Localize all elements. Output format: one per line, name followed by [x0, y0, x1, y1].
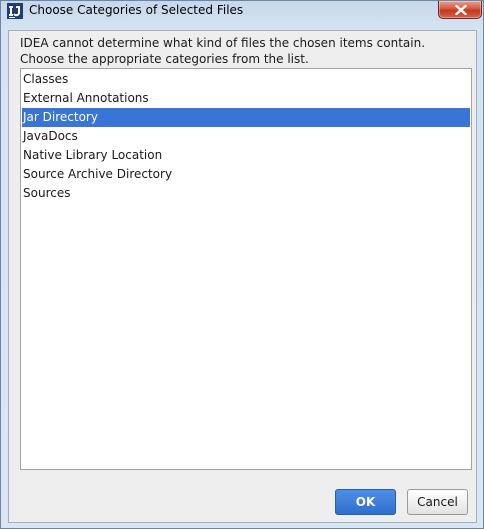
- intellij-idea-icon: [7, 3, 23, 19]
- dialog-title: Choose Categories of Selected Files: [29, 3, 244, 17]
- close-icon: [455, 5, 467, 15]
- dialog-window: Choose Categories of Selected Files IDEA…: [0, 0, 484, 529]
- ok-button[interactable]: OK: [335, 489, 396, 515]
- list-item-classes[interactable]: Classes: [22, 70, 470, 89]
- list-item-sources[interactable]: Sources: [22, 184, 470, 203]
- list-item-javadocs[interactable]: JavaDocs: [22, 127, 470, 146]
- list-item-source-archive-directory[interactable]: Source Archive Directory: [22, 165, 470, 184]
- message-text: IDEA cannot determine what kind of files…: [20, 36, 425, 67]
- message-line-1: IDEA cannot determine what kind of files…: [20, 36, 426, 50]
- list-item-native-library-location[interactable]: Native Library Location: [22, 146, 470, 165]
- title-bar[interactable]: Choose Categories of Selected Files: [1, 1, 483, 21]
- close-button[interactable]: [438, 1, 482, 19]
- categories-list[interactable]: Classes External Annotations Jar Directo…: [20, 68, 472, 470]
- list-item-jar-directory[interactable]: Jar Directory: [22, 108, 470, 127]
- dialog-content: IDEA cannot determine what kind of files…: [8, 30, 477, 523]
- message-line-2: Choose the appropriate categories from t…: [20, 51, 309, 66]
- list-item-external-annotations[interactable]: External Annotations: [22, 89, 470, 108]
- cancel-button[interactable]: Cancel: [407, 489, 468, 515]
